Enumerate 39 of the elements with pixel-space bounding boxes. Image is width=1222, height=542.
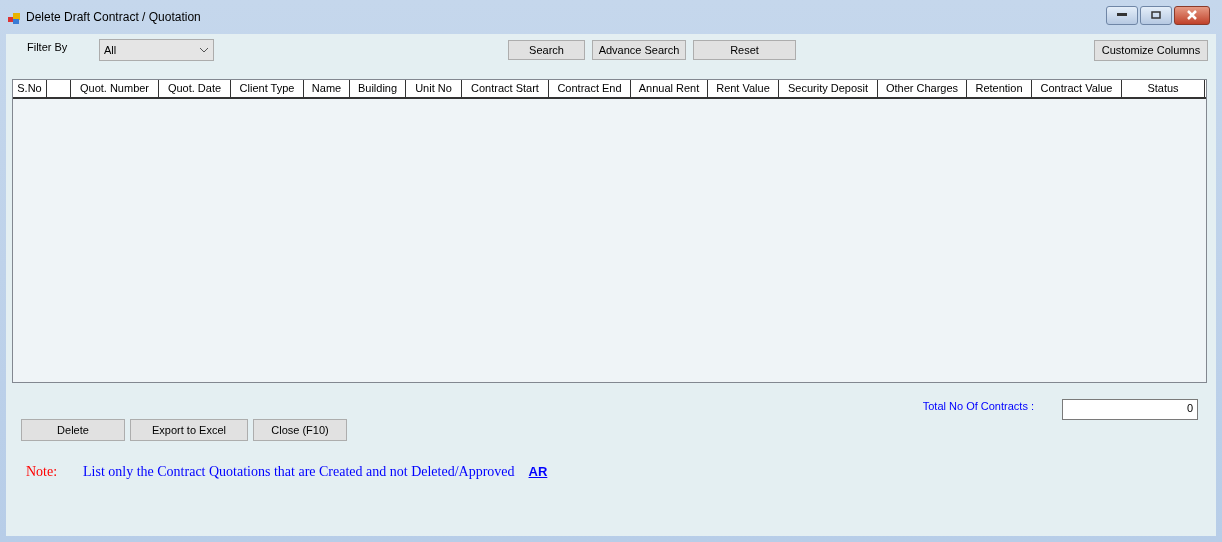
column-header[interactable]: Building <box>350 80 406 97</box>
close-button[interactable] <box>1174 5 1210 25</box>
column-header[interactable]: Unit No <box>406 80 462 97</box>
column-header[interactable]: Other Charges <box>878 80 967 97</box>
filter-value: All <box>104 42 117 58</box>
ar-link[interactable]: AR <box>528 462 548 482</box>
minimize-button[interactable] <box>1106 5 1138 25</box>
note-label: Note: <box>26 463 59 481</box>
customize-columns-button[interactable]: Customize Columns <box>1094 39 1208 61</box>
column-header[interactable]: Rent Value <box>708 80 779 97</box>
column-header[interactable]: Quot. Date <box>159 80 231 97</box>
window-title: Delete Draft Contract / Quotation <box>26 9 201 26</box>
chevron-icon <box>199 47 209 53</box>
column-header[interactable]: Security Deposit <box>779 80 878 97</box>
toolbar-button[interactable]: Search <box>508 40 585 60</box>
filter-dropdown[interactable]: All <box>99 39 214 61</box>
column-header[interactable]: S.No <box>13 80 47 97</box>
column-header[interactable]: Annual Rent <box>631 80 708 97</box>
note-text: List only the Contract Quotations that are Created and not Deleted/Approved <box>83 463 515 481</box>
toolbar-button[interactable]: Advance Search <box>592 40 686 60</box>
maximize-button[interactable] <box>1140 5 1172 25</box>
action-button[interactable]: Delete <box>21 419 125 441</box>
minimize-icon <box>1117 13 1127 17</box>
column-header[interactable]: Status <box>1122 80 1205 97</box>
maximize-icon <box>1151 11 1161 19</box>
column-header[interactable]: Contract End <box>549 80 631 97</box>
action-button[interactable]: Export to Excel <box>130 419 248 441</box>
column-header[interactable]: Contract Start <box>462 80 549 97</box>
total-label: Total No Of Contracts : <box>922 399 1034 415</box>
action-button[interactable]: Close (F10) <box>253 419 347 441</box>
filter-label: Filter By <box>27 39 69 55</box>
column-header[interactable]: Retention <box>967 80 1032 97</box>
column-header[interactable]: Contract Value <box>1032 80 1122 97</box>
column-header[interactable]: Name <box>304 80 350 97</box>
close-icon <box>1186 10 1198 20</box>
total-field: 0 <box>1062 399 1198 420</box>
toolbar-button[interactable]: Reset <box>693 40 796 60</box>
column-header[interactable]: Quot. Number <box>71 80 159 97</box>
column-header[interactable]: Client Type <box>231 80 304 97</box>
